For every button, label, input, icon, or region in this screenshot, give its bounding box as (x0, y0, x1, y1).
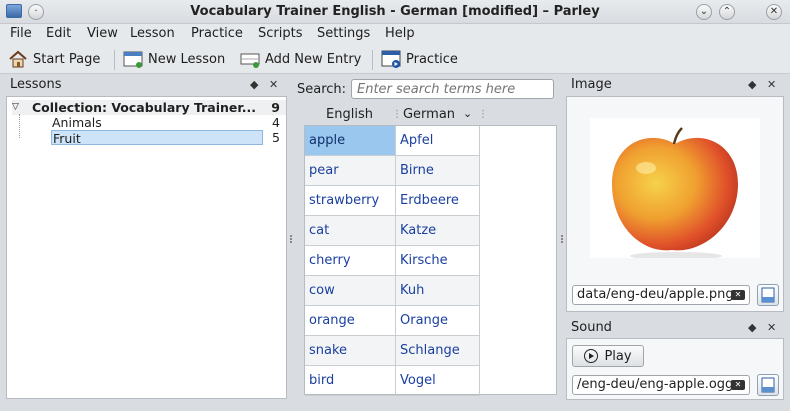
tree-item-fruit[interactable]: Fruit (51, 130, 263, 146)
home-icon (8, 49, 28, 69)
lesson-label: Fruit (53, 131, 81, 146)
close-icon[interactable]: ✕ (767, 78, 776, 91)
choose-sound-button[interactable] (757, 374, 779, 396)
play-button[interactable]: Play (572, 345, 644, 367)
menu-help[interactable]: Help (385, 26, 415, 41)
clear-icon[interactable]: ✕ (731, 290, 745, 300)
sound-path-text: /eng-deu/eng-apple.ogg (577, 377, 734, 392)
table-cell-german[interactable]: Schlange (396, 336, 480, 366)
practice-label: Practice (406, 51, 458, 67)
maximize-button[interactable]: ⌃ (719, 4, 735, 20)
menu-file[interactable]: File (10, 26, 32, 41)
open-file-icon (761, 287, 775, 303)
play-icon (584, 349, 599, 363)
table-cell-german[interactable]: Apfel (396, 126, 480, 156)
table-cell-english[interactable]: apple (305, 126, 396, 156)
collection-label: Collection: Vocabulary Trainer... (32, 100, 257, 115)
search-label: Search: (297, 82, 347, 97)
collection-count: 9 (271, 100, 280, 115)
lesson-count: 4 (272, 115, 280, 130)
close-button[interactable]: ✕ (766, 4, 782, 20)
table-cell-german[interactable]: Vogel (396, 366, 480, 396)
menu-scripts[interactable]: Scripts (258, 26, 302, 41)
practice-icon (381, 49, 401, 69)
image-dock-title: Image (571, 77, 612, 92)
minimize-button[interactable]: ⌄ (696, 4, 712, 20)
new-lesson-button[interactable]: New Lesson (123, 48, 225, 70)
tree-guide-line (19, 114, 20, 138)
splitter-handle[interactable] (290, 235, 292, 243)
table-cell-english[interactable]: strawberry (305, 186, 396, 216)
new-lesson-label: New Lesson (148, 51, 226, 67)
clear-icon[interactable]: ✕ (731, 380, 745, 390)
float-icon[interactable]: ◆ (748, 321, 756, 334)
vocabulary-table[interactable]: apple Apfel pear Birne strawberry Erdbee… (304, 125, 557, 396)
table-cell-german[interactable]: Erdbeere (396, 186, 480, 216)
window-title: Vocabulary Trainer English - German [mod… (190, 4, 600, 19)
toolbar-separator (372, 50, 373, 70)
add-entry-icon (240, 49, 260, 69)
float-icon[interactable]: ◆ (250, 78, 258, 91)
table-cell-english[interactable]: snake (305, 336, 396, 366)
column-header-german[interactable]: German (396, 106, 462, 124)
lessons-dock-title: Lessons (10, 77, 62, 92)
menu-view[interactable]: View (87, 26, 118, 41)
tree-item-animals[interactable]: Animals 4 (51, 115, 286, 130)
table-cell-english[interactable]: orange (305, 306, 396, 336)
collapse-arrow-icon[interactable]: ▽ (12, 100, 19, 115)
new-lesson-icon (123, 49, 143, 69)
table-cell-english[interactable]: cat (305, 216, 396, 246)
image-path-text: data/eng-deu/apple.png (577, 287, 734, 302)
table-cell-german[interactable]: Birne (396, 156, 480, 186)
start-page-label: Start Page (33, 51, 101, 67)
menu-edit[interactable]: Edit (46, 26, 71, 41)
search-input[interactable] (351, 79, 554, 99)
column-divider: ⋮ (478, 109, 488, 120)
main-toolbar: Start Page New Lesson Add New Entry Prac… (0, 44, 790, 74)
menu-practice[interactable]: Practice (191, 26, 243, 41)
start-page-button[interactable]: Start Page (8, 48, 100, 70)
table-cell-english[interactable]: bird (305, 366, 396, 396)
table-cell-german[interactable]: Kirsche (396, 246, 480, 276)
splitter-handle[interactable] (561, 235, 563, 243)
chevron-down-icon[interactable]: ⌄ (463, 107, 472, 120)
title-bar: · Vocabulary Trainer English - German [m… (0, 0, 790, 24)
practice-button[interactable]: Practice (381, 48, 458, 70)
add-new-entry-button[interactable]: Add New Entry (240, 48, 361, 70)
choose-image-button[interactable] (757, 284, 779, 306)
float-icon[interactable]: ◆ (748, 78, 756, 91)
close-icon[interactable]: ✕ (269, 78, 278, 91)
table-cell-english[interactable]: pear (305, 156, 396, 186)
table-cell-german[interactable]: Orange (396, 306, 480, 336)
sound-path-field[interactable]: /eng-deu/eng-apple.ogg ✕ (572, 375, 750, 395)
apple-image (590, 118, 760, 260)
menu-lesson[interactable]: Lesson (130, 26, 175, 41)
add-new-entry-label: Add New Entry (265, 51, 362, 67)
table-cell-english[interactable]: cow (305, 276, 396, 306)
table-cell-german[interactable]: Kuh (396, 276, 480, 306)
toolbar-separator (114, 50, 115, 70)
lesson-label: Animals (52, 115, 102, 130)
lesson-count: 5 (272, 130, 280, 145)
table-cell-german[interactable]: Katze (396, 216, 480, 246)
sound-dock-title: Sound (571, 320, 612, 335)
close-icon[interactable]: ✕ (767, 321, 776, 334)
lessons-tree[interactable]: ▽ Collection: Vocabulary Trainer... 9 An… (6, 96, 287, 399)
menu-settings[interactable]: Settings (317, 26, 370, 41)
menu-bar: File Edit View Lesson Practice Scripts S… (0, 24, 790, 44)
image-path-field[interactable]: data/eng-deu/apple.png ✕ (572, 285, 750, 305)
column-header-english[interactable]: English (304, 106, 395, 124)
tree-item-collection[interactable]: ▽ Collection: Vocabulary Trainer... 9 (12, 100, 286, 115)
open-file-icon (761, 377, 775, 393)
play-label: Play (604, 348, 632, 364)
table-cell-english[interactable]: cherry (305, 246, 396, 276)
